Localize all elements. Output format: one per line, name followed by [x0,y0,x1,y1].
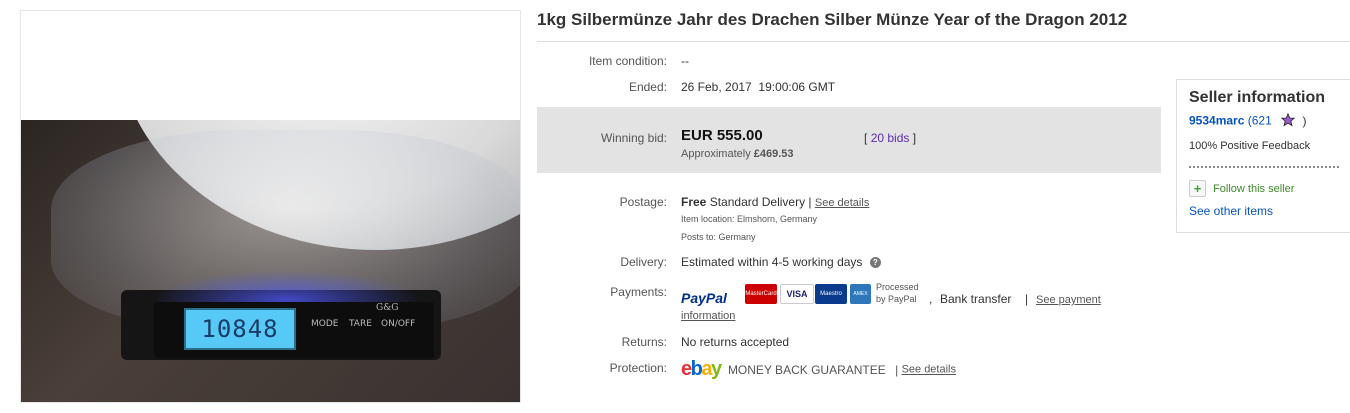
see-payment-link-part1[interactable]: See payment [1036,294,1101,306]
maestro-logo: Maestro [815,284,847,304]
bid-count-close: ] [912,131,917,145]
bank-transfer: Bank transfer [940,292,1012,306]
delivery-value: Estimated within 4-5 working days ? [681,255,881,269]
mastercard-logo: MasterCard [745,284,777,304]
money-back-guarantee: MONEY BACK GUARANTEE [727,362,886,377]
visa-logo: VISA [780,284,814,304]
protection-value: ebay MONEY BACK GUARANTEE | See details [681,358,956,381]
postage-value: Free Standard Delivery | See details [681,195,869,209]
winning-bid-label: Winning bid: [600,131,667,145]
winning-bid-price: EUR 555.00 [681,127,763,144]
postage-free: Free [681,195,707,209]
amex-logo: AMEX [850,284,871,304]
condition-value: -- [681,54,689,68]
seller-score-close: ) [1302,113,1307,128]
seller-info-heading: Seller information [1189,89,1326,106]
see-payment-link-part2[interactable]: information [681,310,735,322]
item-photo-frame[interactable]: 10848 G&G MODE TARE ON/OFF [20,10,521,403]
ended-label: Ended: [628,80,667,94]
title-divider [537,41,1350,42]
posts-to: Posts to: Germany [681,232,756,242]
payment-divider: | [1025,292,1029,306]
protection-see-details-link[interactable]: See details [902,364,956,376]
postage-service: Standard Delivery | [709,195,812,209]
seller-info-panel: Seller information 9534marc (621 ) 100% … [1176,79,1350,233]
protection-label: Protection: [609,361,667,375]
item-location: Item location: Elmshorn, Germany [681,214,818,224]
ebay-logo: ebay [681,358,722,380]
approximate-value: £469.53 [753,148,794,160]
postage-label: Postage: [619,195,667,209]
bid-history-link[interactable]: 20 bids [871,131,910,145]
ended-value: 26 Feb, 2017 19:00:06 GMT [681,80,836,94]
postage-see-details-link[interactable]: See details [815,197,869,209]
help-icon[interactable]: ? [869,257,881,269]
follow-seller-label: Follow this seller [1213,182,1295,195]
positive-feedback: 100% Positive Feedback [1189,140,1311,152]
protection-divider: | [895,362,899,377]
plus-icon: + [1189,180,1206,197]
paypal-logo: PayPal [681,290,727,306]
payments-label: Payments: [610,285,667,299]
follow-seller-button[interactable]: + Follow this seller [1189,180,1294,197]
item-title: 1kg Silbermünze Jahr des Drachen Silber … [537,10,1128,29]
processed-by-paypal: Processed by PayPal [876,282,919,304]
approximate-price: Approximately £469.53 [681,148,794,160]
delivery-estimate: Estimated within 4-5 working days [681,255,863,269]
scale-mode-label: MODE [311,319,339,329]
condition-label: Item condition: [588,54,667,68]
purple-star-icon [1280,112,1296,130]
see-other-items-link[interactable]: See other items [1189,204,1273,218]
item-photo[interactable]: 10848 G&G MODE TARE ON/OFF [21,120,520,402]
seller-identity: 9534marc (621 ) [1189,112,1307,130]
seller-divider [1189,166,1339,168]
bid-count-open: [ [864,131,868,145]
approximate-prefix: Approximately [681,148,751,160]
scale-tare-label: TARE [349,319,372,329]
delivery-label: Delivery: [620,255,667,269]
returns-label: Returns: [621,335,667,349]
scale-display: 10848 [184,308,296,350]
scale-brand: G&G [376,303,399,313]
bid-count: [ 20 bids ] [864,131,916,145]
seller-username-link[interactable]: 9534marc [1189,114,1244,128]
returns-value: No returns accepted [681,335,790,349]
seller-feedback-score-link[interactable]: (621 [1248,114,1272,128]
payment-separator: , [929,292,933,306]
scale-onoff-label: ON/OFF [381,319,416,329]
